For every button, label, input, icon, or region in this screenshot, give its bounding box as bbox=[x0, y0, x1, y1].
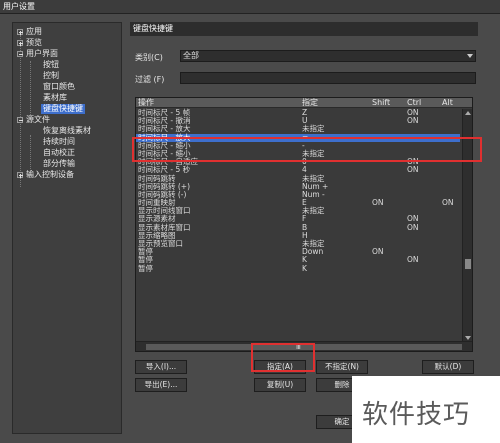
tree-label: 输入控制设备 bbox=[26, 170, 74, 179]
import-button[interactable]: 导入(I)... bbox=[135, 360, 187, 374]
table-cell: ON bbox=[442, 198, 454, 208]
category-value: 全部 bbox=[183, 51, 199, 60]
annotation-box-rows bbox=[132, 137, 482, 162]
tree-item-source[interactable]: 源文件 bbox=[17, 115, 50, 125]
tree-label: 预览 bbox=[26, 38, 42, 47]
default-button[interactable]: 默认(D) bbox=[422, 360, 474, 374]
tree-guide-line-src bbox=[30, 135, 31, 175]
unassign-button[interactable]: 不指定(N) bbox=[316, 360, 368, 374]
shortcut-table[interactable]: 操作 指定 Shift Ctrl Alt 时间标尺 - 5 帧 Z ON 时间标尺 -… bbox=[135, 97, 473, 352]
tree-item-app[interactable]: 应用 bbox=[17, 27, 42, 37]
expand-icon[interactable] bbox=[17, 172, 23, 178]
col-header-action[interactable]: 操作 bbox=[138, 98, 154, 108]
table-cell: K bbox=[302, 263, 307, 273]
table-cell: ON bbox=[372, 247, 384, 257]
category-label: 类别(C) bbox=[135, 53, 163, 62]
tree-item-partial-transfer[interactable]: 部分传输 bbox=[43, 159, 75, 169]
tree-item-preview[interactable]: 预览 bbox=[17, 38, 42, 48]
scroll-down-icon[interactable] bbox=[465, 336, 471, 340]
tree-label: 部分传输 bbox=[43, 159, 75, 168]
table-row[interactable]: 暂停 K ON bbox=[136, 256, 460, 264]
table-row[interactable]: 暂停 K bbox=[136, 263, 460, 273]
tree-item-keyboard-shortcuts[interactable]: 键盘快捷键 bbox=[41, 104, 85, 114]
tree-item-restore-offline[interactable]: 恢复离线素材 bbox=[43, 126, 91, 136]
col-header-shift[interactable]: Shift bbox=[372, 98, 390, 108]
table-cell: 暂停 bbox=[138, 263, 153, 273]
col-header-assign[interactable]: 指定 bbox=[302, 98, 318, 108]
copy-button[interactable]: 复制(U) bbox=[254, 378, 306, 392]
col-header-ctrl[interactable]: Ctrl bbox=[407, 98, 421, 108]
tree-label: 应用 bbox=[26, 27, 42, 36]
table-row[interactable]: 显示素材库窗口 B ON bbox=[136, 222, 460, 232]
table-row[interactable]: 显示预览窗口 未指定 bbox=[136, 239, 460, 248]
col-header-alt[interactable]: Alt bbox=[442, 98, 453, 108]
tree-label: 键盘快捷键 bbox=[41, 104, 85, 114]
table-row[interactable]: 显示缩略图 H bbox=[136, 231, 460, 240]
tree-label: 自动校正 bbox=[43, 148, 75, 157]
expand-icon[interactable] bbox=[17, 40, 23, 46]
category-select[interactable]: 全部 bbox=[180, 50, 476, 62]
collapse-icon[interactable] bbox=[17, 117, 23, 123]
tree-label: 恢复离线素材 bbox=[43, 126, 91, 135]
watermark-text: 软件技巧 bbox=[362, 400, 471, 430]
table-cell: ON bbox=[372, 198, 384, 208]
tree-label: 窗口颜色 bbox=[43, 82, 75, 91]
tree-item-auto-correct[interactable]: 自动校正 bbox=[43, 148, 75, 158]
table-cell: ON bbox=[407, 165, 419, 175]
table-cell: ON bbox=[407, 116, 419, 126]
tree-label: 持续时间 bbox=[43, 137, 75, 146]
tree-item-buttons[interactable]: 按钮 bbox=[43, 60, 59, 70]
tree-item-user-interface[interactable]: 用户界面 bbox=[17, 49, 58, 59]
tree-label: 按钮 bbox=[43, 60, 59, 69]
window-title: 用户设置 bbox=[0, 0, 500, 14]
tree-item-window-color[interactable]: 窗口颜色 bbox=[43, 82, 75, 92]
tree-label: 控制 bbox=[43, 71, 59, 80]
tree-item-input-device[interactable]: 输入控制设备 bbox=[17, 170, 74, 180]
chevron-down-icon bbox=[467, 54, 473, 58]
tree-item-duration[interactable]: 持续时间 bbox=[43, 137, 75, 147]
tree-label: 源文件 bbox=[26, 115, 50, 124]
shortcut-panel: 键盘快捷键 类别(C) 全部 过滤 (F) 操作 指定 Shift Ctrl A… bbox=[130, 22, 478, 434]
table-header: 操作 指定 Shift Ctrl Alt bbox=[136, 98, 472, 108]
tree-label: 素材库 bbox=[43, 93, 67, 102]
tree-guide-line bbox=[20, 35, 21, 187]
collapse-icon[interactable] bbox=[17, 51, 23, 57]
filter-input[interactable] bbox=[180, 72, 476, 84]
table-row[interactable]: 时间标尺 - 5 秒 4 ON bbox=[136, 166, 460, 174]
table-cell: ON bbox=[407, 255, 419, 265]
tree-guide-line-ui bbox=[30, 61, 31, 119]
expand-icon[interactable] bbox=[17, 29, 23, 35]
settings-tree[interactable]: 应用 预览 用户界面 按钮 控制 窗口颜色 素材库 键盘快捷键 源文件 恢复离线… bbox=[12, 22, 122, 434]
panel-title: 键盘快捷键 bbox=[130, 22, 478, 36]
scroll-up-icon[interactable] bbox=[465, 111, 471, 115]
tree-label: 用户界面 bbox=[26, 49, 58, 58]
tree-item-bin[interactable]: 素材库 bbox=[43, 93, 67, 103]
filter-label: 过滤 (F) bbox=[135, 75, 165, 84]
table-body: 时间标尺 - 5 帧 Z ON 时间标尺 - 撤消 U ON 时间标尺 - 放大 未指定 时间标… bbox=[136, 108, 460, 273]
annotation-box-assign bbox=[251, 343, 315, 372]
table-cell: ON bbox=[407, 222, 419, 232]
vertical-scroll-thumb[interactable] bbox=[465, 259, 471, 269]
table-row[interactable]: 时间码跳转 (-) Num - bbox=[136, 190, 460, 199]
tree-item-control[interactable]: 控制 bbox=[43, 71, 59, 81]
export-button[interactable]: 导出(E)... bbox=[135, 378, 187, 392]
